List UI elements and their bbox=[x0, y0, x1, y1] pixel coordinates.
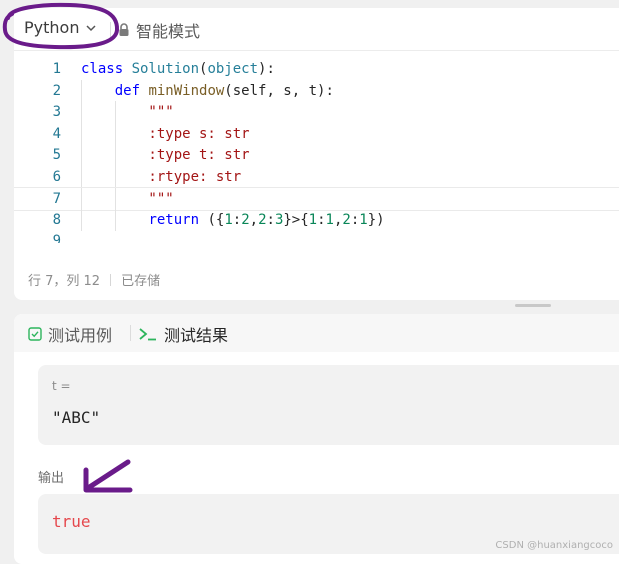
code-token: 2 bbox=[342, 211, 351, 228]
testcase-input-box: t = "ABC" bbox=[38, 365, 619, 445]
code-token: : bbox=[317, 211, 326, 228]
line-number: 4 bbox=[52, 125, 61, 142]
line-number: 7 bbox=[52, 191, 61, 207]
code-line[interactable]: 5 :type t: str bbox=[14, 144, 619, 166]
code-text: :type t: str bbox=[81, 144, 250, 166]
code-token: ({ bbox=[207, 211, 225, 228]
lock-icon bbox=[119, 23, 129, 36]
code-line[interactable]: 8 return ({1:2,2:3}>{1:1,2:1}) bbox=[14, 208, 619, 231]
result-panel: 测试用例 测试结果 t = "ABC" 输出 true bbox=[14, 314, 619, 564]
editor-toolbar: Python 智能模式 bbox=[14, 8, 619, 51]
chevron-down-icon bbox=[86, 24, 96, 31]
code-line[interactable]: 2 def minWindow(self, s, t): bbox=[14, 79, 619, 102]
code-token: }>{ bbox=[283, 211, 309, 228]
tab-result[interactable]: 测试结果 bbox=[138, 322, 228, 346]
line-number: 5 bbox=[52, 147, 61, 163]
code-token: :rtype: str bbox=[81, 168, 242, 185]
line-number: 3 bbox=[52, 104, 61, 120]
code-line[interactable]: 6 :rtype: str bbox=[14, 165, 619, 188]
code-token: ): bbox=[258, 61, 275, 77]
line-number: 8 bbox=[52, 211, 61, 228]
code-text: def minWindow(self, s, t): bbox=[81, 80, 334, 102]
line-number: 1 bbox=[52, 61, 61, 77]
mode-label: 智能模式 bbox=[136, 22, 201, 41]
code-text: """ bbox=[81, 101, 174, 123]
cursor-position: 行 7，列 12 bbox=[28, 274, 101, 289]
code-token: :type t: str bbox=[81, 147, 250, 163]
code-text: return ({1:2,2:3}>{1:1,2:1}) bbox=[81, 209, 385, 231]
code-token: """ bbox=[81, 191, 174, 207]
tab-divider bbox=[130, 325, 131, 341]
save-status: 已存储 bbox=[121, 274, 161, 289]
code-token: def bbox=[114, 82, 149, 99]
code-line[interactable]: 3 """ bbox=[14, 101, 619, 123]
code-token: 1 bbox=[308, 211, 318, 228]
language-select[interactable]: Python bbox=[24, 18, 97, 37]
smart-mode[interactable]: 智能模式 bbox=[118, 18, 200, 42]
checkbox-icon bbox=[28, 327, 42, 341]
output-value: true bbox=[52, 512, 91, 531]
code-token: 1 bbox=[224, 211, 233, 228]
code-token: """ bbox=[81, 104, 174, 120]
watermark: CSDN @huanxiangcoco bbox=[495, 540, 613, 551]
code-token: }) bbox=[367, 211, 385, 228]
code-token: 1 bbox=[325, 211, 334, 228]
tab-testcase-label: 测试用例 bbox=[48, 326, 113, 345]
code-token: , bbox=[249, 211, 259, 228]
code-token: 2 bbox=[241, 211, 250, 228]
code-text: class Solution(object): bbox=[81, 58, 275, 80]
input-value: "ABC" bbox=[52, 408, 101, 427]
code-token: :type s: str bbox=[81, 125, 250, 142]
code-line[interactable]: 9 bbox=[14, 230, 619, 243]
code-token: : bbox=[266, 211, 275, 228]
code-token: minWindow bbox=[148, 82, 225, 99]
input-variable-label: t = bbox=[52, 379, 71, 393]
toolbar-divider bbox=[110, 22, 111, 38]
line-number: 2 bbox=[52, 82, 61, 99]
code-editor-panel: Python 智能模式 1 class Solution(object): 2 de… bbox=[14, 8, 619, 300]
code-area[interactable]: 1 class Solution(object): 2 def minWindow(… bbox=[14, 58, 619, 243]
result-tabs: 测试用例 测试结果 bbox=[14, 314, 619, 352]
tab-testcase[interactable]: 测试用例 bbox=[28, 322, 112, 346]
code-text: :type s: str bbox=[81, 123, 250, 145]
status-divider bbox=[110, 273, 112, 286]
tab-result-label: 测试结果 bbox=[164, 326, 229, 345]
code-line[interactable]: 7 """ bbox=[14, 187, 619, 211]
code-line[interactable]: 1 class Solution(object): bbox=[14, 58, 619, 80]
code-token: : bbox=[232, 211, 242, 228]
code-token: Solution bbox=[131, 61, 200, 77]
code-token: (self, s, t): bbox=[224, 82, 334, 99]
code-token: class bbox=[81, 61, 132, 77]
code-token: return bbox=[148, 211, 208, 228]
terminal-icon bbox=[139, 328, 156, 341]
code-token: 1 bbox=[359, 211, 368, 228]
code-text: """ bbox=[81, 188, 174, 210]
code-token: object bbox=[207, 61, 259, 77]
code-line[interactable]: 4 :type s: str bbox=[14, 122, 619, 145]
language-label: Python bbox=[24, 18, 80, 37]
panel-resize-handle[interactable] bbox=[515, 304, 551, 307]
status-bar: 行 7，列 12 已存储 bbox=[28, 270, 160, 289]
line-number: 9 bbox=[52, 233, 61, 243]
line-number: 6 bbox=[52, 168, 61, 185]
code-text: :rtype: str bbox=[81, 166, 241, 188]
output-label: 输出 bbox=[38, 471, 65, 486]
code-token: 2 bbox=[258, 211, 267, 228]
